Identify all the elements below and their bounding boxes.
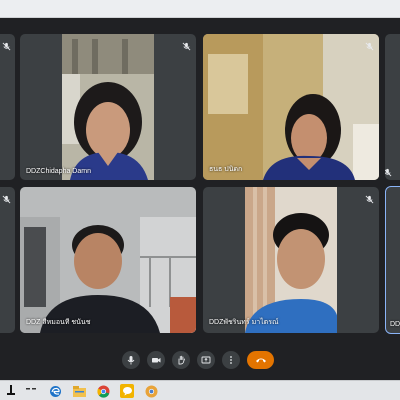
end-call-icon xyxy=(255,358,266,363)
start-icon[interactable] xyxy=(4,384,18,398)
line-icon[interactable] xyxy=(120,384,134,398)
chrome-canary-icon[interactable] xyxy=(144,384,158,398)
participant-tile[interactable] xyxy=(385,34,400,180)
participant-tile[interactable]: DDZพัชรินทร์ มาไตรณ์ xyxy=(203,187,379,333)
mic-muted-icon xyxy=(385,164,392,180)
participant-name: ธนธ ปนิดก xyxy=(209,166,243,173)
participant-video xyxy=(203,34,379,180)
chrome-icon[interactable] xyxy=(96,384,110,398)
raise-hand-icon xyxy=(178,355,185,365)
participant-name: DDZพัชรินทร์ มาไตรณ์ xyxy=(209,319,279,326)
participant-video xyxy=(62,34,154,180)
task-view-icon[interactable] xyxy=(24,384,38,398)
participant-name: DD xyxy=(390,321,400,328)
participant-tile[interactable]: DDZChidapha Damn xyxy=(20,34,196,180)
mic-muted-icon xyxy=(182,38,191,56)
participant-video xyxy=(245,187,337,333)
edge-icon[interactable] xyxy=(48,384,62,398)
more-options-icon xyxy=(230,356,232,364)
participant-tile[interactable] xyxy=(0,187,15,333)
camera-button[interactable] xyxy=(147,351,165,369)
more-options-button[interactable] xyxy=(222,351,240,369)
participant-tile[interactable] xyxy=(0,34,15,180)
mic-muted-icon xyxy=(2,38,11,56)
windows-taskbar xyxy=(0,380,400,400)
end-call-button[interactable] xyxy=(247,351,274,369)
participant-name: DDZ สีหมอนที ชนันช xyxy=(26,319,91,326)
browser-toolbar xyxy=(0,0,400,18)
mic-muted-icon xyxy=(2,191,11,209)
participant-tile[interactable]: ธนธ ปนิดก xyxy=(203,34,379,180)
participant-tile[interactable]: DDZ สีหมอนที ชนันช xyxy=(20,187,196,333)
mic-muted-icon xyxy=(365,38,374,56)
present-button[interactable] xyxy=(197,351,215,369)
participant-name: DDZChidapha Damn xyxy=(26,168,91,175)
mic-muted-icon xyxy=(365,191,374,209)
participant-video xyxy=(20,187,196,333)
mic-icon xyxy=(127,356,135,365)
present-icon xyxy=(201,356,211,364)
file-explorer-icon[interactable] xyxy=(72,384,86,398)
meet-window: DDZChidapha Damn ธนธ ปนิดก DDZ สีหมอนที … xyxy=(0,0,400,400)
participant-tile-active[interactable]: DD xyxy=(385,186,400,334)
raise-hand-button[interactable] xyxy=(172,351,190,369)
meeting-controls xyxy=(0,340,400,380)
camera-icon xyxy=(152,358,161,363)
mic-button[interactable] xyxy=(122,351,140,369)
